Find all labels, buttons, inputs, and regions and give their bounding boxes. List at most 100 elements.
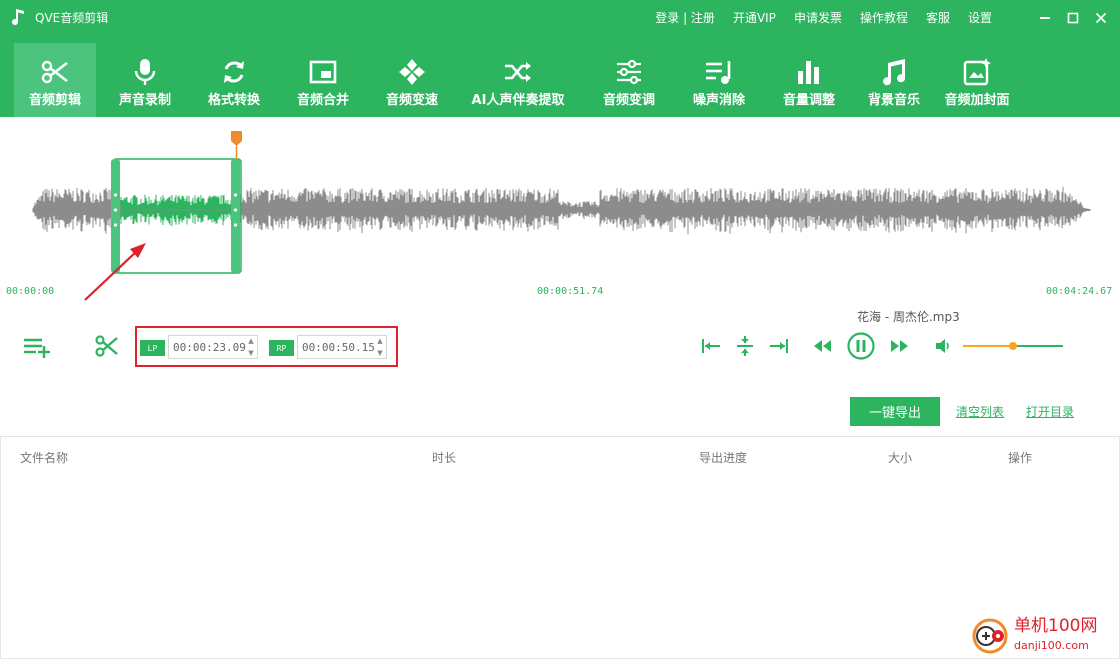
tab-label: 音频加封面 — [944, 93, 1010, 108]
spin-down-icon[interactable]: ▼ — [248, 349, 253, 357]
jump-to-start-button[interactable] — [700, 336, 722, 356]
range-selection-box: LP ▲▼ RP ▲▼ — [135, 326, 398, 367]
open-directory-link[interactable]: 打开目录 — [1026, 404, 1074, 420]
clear-list-link[interactable]: 清空列表 — [956, 404, 1004, 420]
lp-time-input[interactable] — [168, 335, 258, 359]
timeline-end: 00:04:24.67 — [1046, 286, 1113, 297]
tab-ai-vocal-extract[interactable]: AI人声伴奏提取 — [452, 43, 584, 117]
shuffle-icon — [503, 57, 533, 87]
settings-link[interactable]: 设置 — [968, 9, 992, 27]
noise-icon — [704, 57, 734, 87]
open-vip-link[interactable]: 开通VIP — [733, 9, 776, 27]
tab-label: 背景音乐 — [867, 93, 920, 108]
column-header-filename: 文件名称 — [20, 451, 69, 465]
fast-forward-icon — [891, 340, 908, 352]
song-title: 花海 - 周杰伦.mp3 — [857, 310, 960, 324]
jump-to-end-button[interactable] — [768, 336, 790, 356]
tab-background-music[interactable]: 背景音乐 — [854, 43, 934, 117]
rewind-icon — [814, 340, 831, 352]
timeline-middle: 00:00:51.74 — [537, 286, 604, 297]
tab-audio-speed[interactable]: 音频变速 — [372, 43, 452, 117]
minimize-button[interactable] — [1034, 8, 1056, 28]
lp-stepper[interactable]: ▲ ▼ — [247, 337, 255, 357]
tab-volume-adjust[interactable]: 音量调整 — [764, 43, 854, 117]
music-note-icon — [879, 57, 909, 87]
header-bar: QVE音频剪辑 登录 | 注册 开通VIP 申请发票 操作教程 客服 设置 音频… — [0, 0, 1120, 117]
top-links: 登录 | 注册 开通VIP 申请发票 操作教程 客服 设置 — [655, 9, 992, 27]
volume-button[interactable] — [934, 337, 952, 355]
app-title: QVE音频剪辑 — [35, 11, 109, 25]
watermark-line1: 单机100网 — [1014, 616, 1098, 636]
tab-label: 声音录制 — [118, 93, 171, 108]
maximize-button[interactable] — [1062, 8, 1084, 28]
speaker-icon — [936, 339, 949, 353]
volume-slider-handle[interactable] — [1009, 342, 1017, 350]
spin-up-icon[interactable]: ▲ — [248, 337, 253, 345]
tab-audio-merge[interactable]: 音频合并 — [274, 43, 372, 117]
center-button[interactable] — [734, 334, 756, 358]
selection-left-handle — [111, 159, 120, 273]
tab-format-convert[interactable]: 格式转换 — [194, 43, 274, 117]
scissors-icon — [40, 57, 70, 87]
one-click-export-button[interactable]: 一键导出 — [850, 397, 940, 426]
tab-voice-record[interactable]: 声音录制 — [96, 43, 194, 117]
file-table: 文件名称 时长 导出进度 大小 操作 — [0, 436, 1120, 659]
watermark-line2: danji100.com — [1014, 639, 1089, 652]
tab-label: 音量调整 — [782, 93, 835, 108]
volume-bars-icon — [794, 57, 824, 87]
rp-tag: RP — [269, 340, 294, 356]
handle-grip-dot — [113, 223, 118, 227]
minimize-icon — [1040, 17, 1050, 19]
scissors-icon — [95, 335, 118, 357]
tab-audio-cover[interactable]: 音频加封面 — [934, 43, 1020, 117]
cut-button[interactable] — [94, 334, 120, 358]
title-bar: QVE音频剪辑 登录 | 注册 开通VIP 申请发票 操作教程 客服 设置 — [0, 0, 1120, 36]
speed-icon — [397, 57, 427, 87]
music-note-app-icon — [12, 9, 24, 26]
tab-label: 格式转换 — [207, 93, 260, 108]
tab-audio-cut[interactable]: 音频剪辑 — [14, 43, 96, 117]
refresh-icon — [219, 57, 249, 87]
list-add-icon — [24, 338, 50, 358]
sliders-icon — [614, 57, 644, 87]
rewind-button[interactable] — [812, 337, 834, 355]
playhead-marker-icon — [231, 131, 242, 146]
pause-button[interactable] — [846, 331, 876, 361]
tab-noise-removal[interactable]: 噪声消除 — [674, 43, 764, 117]
align-left-icon — [702, 339, 720, 353]
align-right-icon — [770, 339, 788, 353]
align-center-icon — [737, 336, 753, 356]
column-header-size: 大小 — [888, 451, 913, 465]
pause-icon — [847, 332, 875, 360]
spin-down-icon[interactable]: ▼ — [377, 349, 382, 357]
handle-grip-dot — [113, 208, 118, 212]
rp-stepper[interactable]: ▲ ▼ — [376, 337, 384, 357]
tutorial-link[interactable]: 操作教程 — [860, 9, 908, 27]
tab-audio-pitch[interactable]: 音频变调 — [584, 43, 674, 117]
close-button[interactable] — [1090, 8, 1112, 28]
tab-label: 音频剪辑 — [28, 93, 81, 108]
add-file-button[interactable] — [22, 335, 52, 359]
login-register-link[interactable]: 登录 | 注册 — [655, 9, 715, 27]
feature-toolbar: 音频剪辑 声音录制 格式转换 音频合并 音频变速 AI人声伴奏提取 音频变调 噪… — [14, 43, 1020, 117]
spin-up-icon[interactable]: ▲ — [377, 337, 382, 345]
fast-forward-button[interactable] — [888, 337, 910, 355]
timeline-start: 00:00:00 — [6, 286, 55, 297]
waveform-panel[interactable]: 00:00:00 00:00:51.74 00:04:24.67 — [0, 117, 1120, 317]
lp-tag: LP — [140, 340, 165, 356]
handle-grip-dot — [113, 193, 118, 197]
column-header-duration: 时长 — [432, 451, 457, 465]
watermark: 单机100网 danji100.com — [968, 614, 1120, 659]
rp-time-input[interactable] — [297, 335, 387, 359]
handle-grip-dot — [233, 208, 238, 212]
invoice-link[interactable]: 申请发票 — [794, 9, 842, 27]
merge-icon — [308, 57, 338, 87]
window-controls — [1034, 8, 1112, 28]
maximize-icon — [1067, 12, 1079, 24]
handle-grip-dot — [233, 193, 238, 197]
column-header-export-progress: 导出进度 — [699, 451, 748, 465]
handle-grip-dot — [233, 223, 238, 227]
column-header-actions: 操作 — [1008, 451, 1033, 465]
support-link[interactable]: 客服 — [926, 9, 950, 27]
tab-label: 音频变速 — [385, 93, 438, 108]
